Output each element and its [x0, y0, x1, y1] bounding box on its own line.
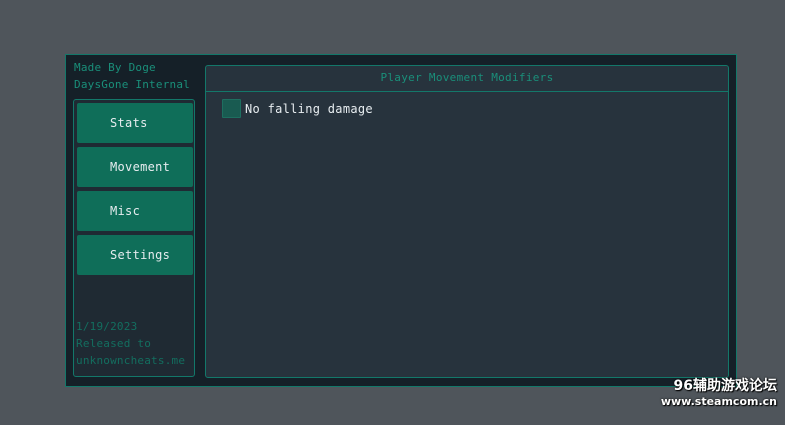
sidebar-item-settings[interactable]: Settings [77, 235, 193, 275]
menu-window: Made By Doge DaysGone Internal Stats Mov… [65, 54, 737, 387]
sidebar-item-movement[interactable]: Movement [77, 147, 193, 187]
panel-title: Player Movement Modifiers [206, 66, 728, 92]
window-title-name: DaysGone Internal [74, 78, 190, 91]
no-falling-damage-checkbox[interactable] [222, 99, 241, 118]
option-label: No falling damage [245, 101, 373, 116]
sidebar-item-stats[interactable]: Stats [77, 103, 193, 143]
watermark-title: 96辅助游戏论坛 [673, 378, 777, 394]
watermark: 96辅助游戏论坛 www.steamcom.cn [661, 377, 777, 409]
release-date: 1/19/2023 [76, 320, 138, 333]
watermark-url: www.steamcom.cn [660, 395, 777, 408]
option-no-falling-damage[interactable]: No falling damage [222, 99, 373, 118]
sidebar-item-misc[interactable]: Misc [77, 191, 193, 231]
release-site: unknowncheats.me [76, 354, 186, 367]
sidebar: Stats Movement Misc Settings 1/19/2023 R… [73, 99, 195, 377]
window-title-author: Made By Doge [74, 61, 156, 74]
release-label: Released to [76, 337, 152, 350]
content-panel: Player Movement Modifiers No falling dam… [205, 65, 729, 378]
